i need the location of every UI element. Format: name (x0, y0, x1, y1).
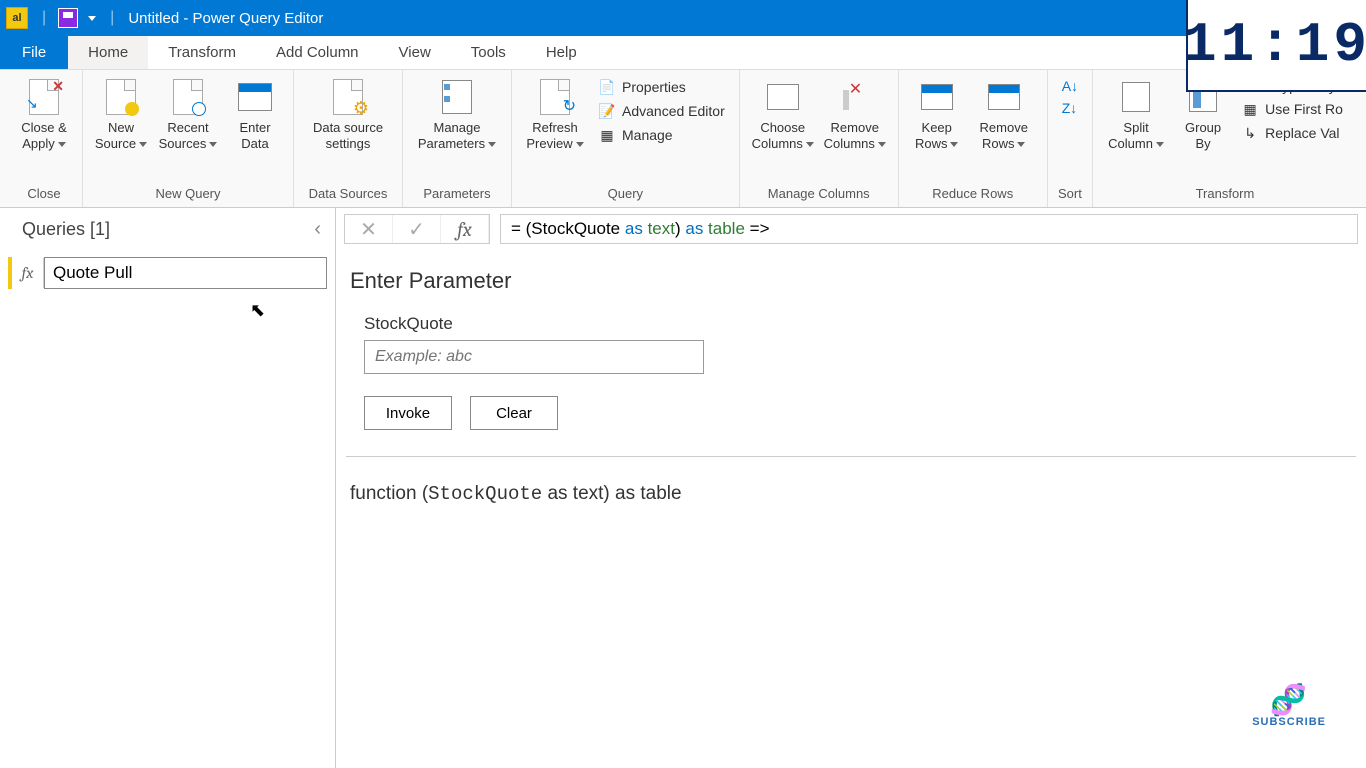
sort-desc-icon: Z↓ (1062, 100, 1078, 116)
ribbon-label-parameters: Parameters (423, 182, 490, 207)
properties-button[interactable]: 📄Properties (594, 76, 729, 98)
divider (346, 456, 1356, 457)
enter-parameter-heading: Enter Parameter (350, 268, 1356, 294)
recent-sources-button[interactable]: Recent Sources (155, 74, 221, 151)
ribbon-group-sort: A↓ Z↓ Sort (1048, 70, 1093, 207)
ribbon-label-reduce-rows: Reduce Rows (932, 182, 1013, 207)
keep-rows-button[interactable]: Keep Rows (909, 74, 965, 151)
tab-tools[interactable]: Tools (451, 36, 526, 69)
formula-commit-icon[interactable]: ✓ (393, 215, 441, 243)
ribbon-label-data-sources: Data Sources (309, 182, 388, 207)
app-icon: al (6, 7, 28, 29)
manage-parameters-button[interactable]: Manage Parameters (413, 74, 501, 151)
refresh-preview-icon: ↻ (536, 78, 574, 116)
query-name-input[interactable] (44, 257, 327, 289)
clock-overlay: 11:19 (1186, 0, 1366, 92)
remove-columns-button[interactable]: Remove Columns (822, 74, 888, 151)
ribbon-label-manage-columns: Manage Columns (768, 182, 870, 207)
ribbon-group-manage-columns: Choose Columns Remove Columns Manage Col… (740, 70, 899, 207)
choose-columns-icon (764, 78, 802, 116)
tab-file[interactable]: File (0, 36, 68, 69)
keep-rows-icon (918, 78, 956, 116)
advanced-editor-button[interactable]: 📝Advanced Editor (594, 100, 729, 122)
ribbon-label-close: Close (27, 182, 60, 207)
save-icon[interactable] (58, 8, 78, 28)
queries-panel: Queries [1] ‹ fx ⬉ (0, 208, 336, 768)
replace-values-icon: ↳ (1241, 124, 1259, 142)
remove-rows-icon (985, 78, 1023, 116)
tab-help[interactable]: Help (526, 36, 597, 69)
tab-add-column[interactable]: Add Column (256, 36, 379, 69)
sort-asc-icon: A↓ (1062, 78, 1078, 94)
ribbon-group-data-sources: ⚙ Data source settings Data Sources (294, 70, 403, 207)
choose-columns-button[interactable]: Choose Columns (750, 74, 816, 151)
function-icon: fx (12, 258, 44, 288)
title-bar: al | | Untitled - Power Query Editor (0, 0, 1366, 36)
use-first-row-icon: ▦ (1241, 100, 1259, 118)
stockquote-input[interactable] (364, 340, 704, 374)
new-source-button[interactable]: New Source (93, 74, 149, 151)
data-source-settings-icon: ⚙ (329, 78, 367, 116)
workspace: Queries [1] ‹ fx ⬉ ✕ ✓ fx = (StockQuote … (0, 208, 1366, 768)
queries-title: Queries [1] (22, 219, 110, 240)
sort-desc-button[interactable]: Z↓ (1058, 98, 1082, 118)
separator-icon: | (110, 9, 114, 27)
ribbon-label-query: Query (608, 182, 643, 207)
param-label: StockQuote (364, 314, 1356, 334)
ribbon: ✕↘ Close & Apply Close New Source Recent… (0, 70, 1366, 208)
qat-dropdown-icon[interactable] (88, 16, 96, 21)
function-signature: function (StockQuote as text) as table (350, 483, 1356, 505)
ribbon-group-close: ✕↘ Close & Apply Close (6, 70, 83, 207)
remove-columns-icon (836, 78, 874, 116)
main-area: ✕ ✓ fx = (StockQuote as text) as table =… (336, 208, 1366, 768)
collapse-panel-icon[interactable]: ‹ (314, 218, 321, 241)
queries-header: Queries [1] ‹ (0, 208, 335, 251)
dna-icon: 🧬 (1252, 686, 1326, 716)
use-first-row-button[interactable]: ▦Use First Ro (1237, 98, 1347, 120)
remove-rows-button[interactable]: Remove Rows (971, 74, 1037, 151)
tab-home[interactable]: Home (68, 36, 148, 69)
replace-values-button[interactable]: ↳Replace Val (1237, 122, 1347, 144)
sort-asc-button[interactable]: A↓ (1058, 76, 1082, 96)
ribbon-label-transform: Transform (1196, 182, 1255, 207)
data-source-settings-button[interactable]: ⚙ Data source settings (304, 74, 392, 151)
formula-bar: ✕ ✓ fx = (StockQuote as text) as table =… (336, 208, 1366, 250)
content: Enter Parameter StockQuote Invoke Clear … (336, 250, 1366, 523)
new-source-icon (102, 78, 140, 116)
ribbon-label-sort: Sort (1058, 182, 1082, 207)
recent-sources-icon (169, 78, 207, 116)
cursor-icon: ⬉ (250, 300, 265, 321)
ribbon-group-query: ↻ Refresh Preview 📄Properties 📝Advanced … (512, 70, 740, 207)
refresh-preview-button[interactable]: ↻ Refresh Preview (522, 74, 588, 151)
clear-button[interactable]: Clear (470, 396, 558, 430)
menu-bar: File Home Transform Add Column View Tool… (0, 36, 1366, 70)
split-column-icon (1117, 78, 1155, 116)
split-column-button[interactable]: Split Column (1103, 74, 1169, 151)
formula-buttons: ✕ ✓ fx (344, 214, 490, 244)
ribbon-group-reduce-rows: Keep Rows Remove Rows Reduce Rows (899, 70, 1048, 207)
manage-parameters-icon (438, 78, 476, 116)
enter-data-button[interactable]: Enter Data (227, 74, 283, 151)
manage-button[interactable]: ▦Manage (594, 124, 729, 146)
formula-input[interactable]: = (StockQuote as text) as table => (500, 214, 1358, 244)
subscribe-label: SUBSCRIBE (1252, 716, 1326, 728)
separator-icon: | (42, 9, 46, 27)
advanced-editor-icon: 📝 (598, 102, 616, 120)
manage-icon: ▦ (598, 126, 616, 144)
tab-transform[interactable]: Transform (148, 36, 256, 69)
properties-icon: 📄 (598, 78, 616, 96)
close-apply-button[interactable]: ✕↘ Close & Apply (16, 74, 72, 151)
ribbon-label-new-query: New Query (155, 182, 220, 207)
tab-view[interactable]: View (379, 36, 451, 69)
close-apply-icon: ✕↘ (25, 78, 63, 116)
window-title: Untitled - Power Query Editor (128, 10, 323, 27)
ribbon-group-new-query: New Source Recent Sources Enter Data New… (83, 70, 294, 207)
ribbon-group-parameters: Manage Parameters Parameters (403, 70, 512, 207)
formula-cancel-icon[interactable]: ✕ (345, 215, 393, 243)
formula-fx-icon[interactable]: fx (441, 215, 489, 243)
query-item[interactable]: fx (8, 257, 327, 289)
subscribe-badge: 🧬 SUBSCRIBE (1252, 686, 1326, 728)
invoke-button[interactable]: Invoke (364, 396, 452, 430)
enter-data-icon (236, 78, 274, 116)
